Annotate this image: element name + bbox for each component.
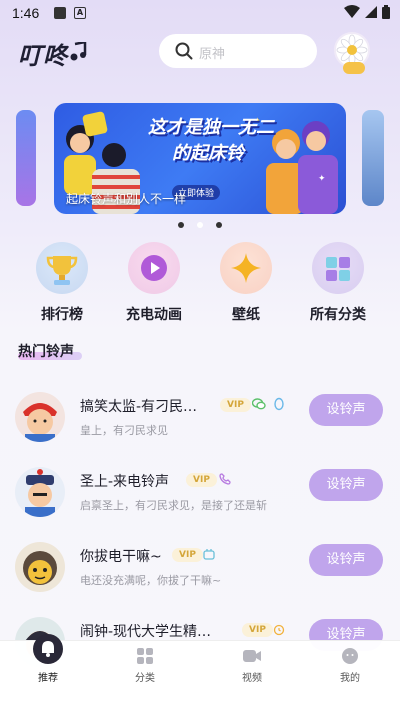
banner-prev-preview[interactable] bbox=[16, 110, 36, 206]
category-icon-bg bbox=[220, 242, 272, 294]
category-label: 所有分类 bbox=[310, 307, 366, 323]
category-icon bbox=[137, 648, 153, 664]
category-icon-bg bbox=[128, 242, 180, 294]
eunuch-avatar-icon bbox=[23, 403, 57, 442]
wechat-icon bbox=[252, 398, 266, 410]
charging-cat-avatar-icon bbox=[23, 551, 57, 585]
svg-text:✦: ✦ bbox=[318, 174, 326, 184]
search-placeholder: 原神 bbox=[199, 47, 226, 62]
vip-badge: VIP bbox=[186, 473, 217, 487]
vip-badge: VIP bbox=[220, 398, 251, 412]
status-bar: 1:46 A bbox=[0, 0, 400, 28]
section-title: 热门铃声 bbox=[18, 344, 74, 360]
battery-icon bbox=[382, 5, 390, 19]
tab-label: 视频 bbox=[242, 673, 262, 684]
banner-next-preview[interactable] bbox=[362, 110, 384, 206]
notification-icon bbox=[54, 7, 66, 19]
song-cover bbox=[15, 392, 65, 442]
carousel-dot[interactable] bbox=[197, 222, 203, 228]
trophy-icon bbox=[46, 256, 78, 285]
set-ringtone-button[interactable]: 设铃声 bbox=[309, 394, 383, 426]
charging-icon bbox=[203, 549, 215, 560]
tab-label: 我的 bbox=[340, 673, 360, 684]
tab-label: 推荐 bbox=[38, 673, 58, 684]
category-ranking[interactable]: 排行榜 bbox=[24, 242, 100, 324]
category-label: 壁纸 bbox=[232, 307, 260, 323]
category-wallpaper[interactable]: 壁纸 bbox=[208, 242, 284, 324]
song-title: 圣上-来电铃声 bbox=[80, 474, 170, 490]
tab-recommend-active-indicator[interactable] bbox=[33, 634, 63, 664]
phone-call-icon bbox=[219, 473, 231, 485]
search-bar[interactable]: 原神 bbox=[159, 34, 317, 68]
play-icon bbox=[141, 255, 167, 281]
profile-icon bbox=[342, 648, 358, 664]
carousel-dot[interactable] bbox=[216, 222, 222, 228]
banner-title-line2: 的起床铃 bbox=[172, 143, 244, 164]
banner-title-line1: 这才是独一无二 bbox=[148, 117, 274, 138]
alarm-clock-icon bbox=[273, 624, 285, 636]
song-title: 搞笑太监-有刁民… bbox=[80, 399, 198, 415]
status-time: 1:46 bbox=[12, 5, 40, 21]
video-icon bbox=[243, 650, 261, 662]
app-logo: 叮咚 bbox=[18, 42, 68, 70]
user-level-badge bbox=[343, 62, 365, 74]
grid-icon bbox=[326, 257, 350, 281]
list-item[interactable]: 你拔电干嘛~ VIP 电还没充满呢，你拔了干嘛~ 设铃声 bbox=[0, 542, 400, 602]
app-notification-icon: A bbox=[74, 7, 86, 19]
category-icon-bg bbox=[36, 242, 88, 294]
emperor-avatar-icon bbox=[25, 469, 55, 517]
song-description: 电还没充满呢，你拔了干嘛~ bbox=[80, 574, 222, 587]
vip-badge: VIP bbox=[172, 548, 203, 562]
category-label: 充电动画 bbox=[126, 307, 182, 323]
song-title: 闹钟-现代大学生精… bbox=[80, 624, 212, 640]
song-title: 你拔电干嘛~ bbox=[80, 549, 162, 565]
category-charging-animation[interactable]: 充电动画 bbox=[116, 242, 192, 324]
song-description: 皇上，有刁民求见 bbox=[80, 424, 168, 437]
wifi-icon bbox=[344, 5, 360, 18]
banner-slide[interactable]: ✦ ✦ ✦ 这才是独一无二 的起床铃 立即体验 起床铃声和别人不一样 bbox=[54, 103, 346, 214]
bell-icon bbox=[42, 641, 54, 657]
status-indicators bbox=[344, 5, 390, 19]
tab-category[interactable]: 分类 bbox=[105, 641, 185, 710]
set-ringtone-button[interactable]: 设铃声 bbox=[309, 544, 383, 576]
signal-icon bbox=[365, 6, 377, 18]
list-item[interactable]: 圣上-来电铃声 VIP 启禀圣上，有刁民求见，是接了还是斩 设铃声 bbox=[0, 467, 400, 527]
category-icon-bg bbox=[312, 242, 364, 294]
song-description: 启禀圣上，有刁民求见，是接了还是斩 bbox=[80, 499, 267, 512]
carousel-indicator bbox=[0, 222, 400, 230]
top-bar: 叮咚 原神 bbox=[0, 30, 400, 76]
song-cover bbox=[15, 467, 65, 517]
star-icon bbox=[231, 253, 261, 283]
carousel-dot[interactable] bbox=[178, 222, 184, 228]
tab-label: 分类 bbox=[135, 673, 155, 684]
song-cover bbox=[15, 542, 65, 592]
tab-profile[interactable]: 我的 bbox=[310, 641, 390, 710]
list-item[interactable]: 搞笑太监-有刁民… VIP 皇上，有刁民求见 设铃声 bbox=[0, 392, 400, 452]
music-note-icon bbox=[70, 42, 87, 61]
category-label: 排行榜 bbox=[41, 307, 83, 323]
qq-icon bbox=[274, 397, 284, 411]
search-icon bbox=[175, 42, 193, 60]
category-all[interactable]: 所有分类 bbox=[300, 242, 376, 324]
vip-badge: VIP bbox=[242, 623, 273, 637]
set-ringtone-button[interactable]: 设铃声 bbox=[309, 469, 383, 501]
tab-video[interactable]: 视频 bbox=[212, 641, 292, 710]
banner-caption: 起床铃声和别人不一样 bbox=[66, 192, 187, 206]
